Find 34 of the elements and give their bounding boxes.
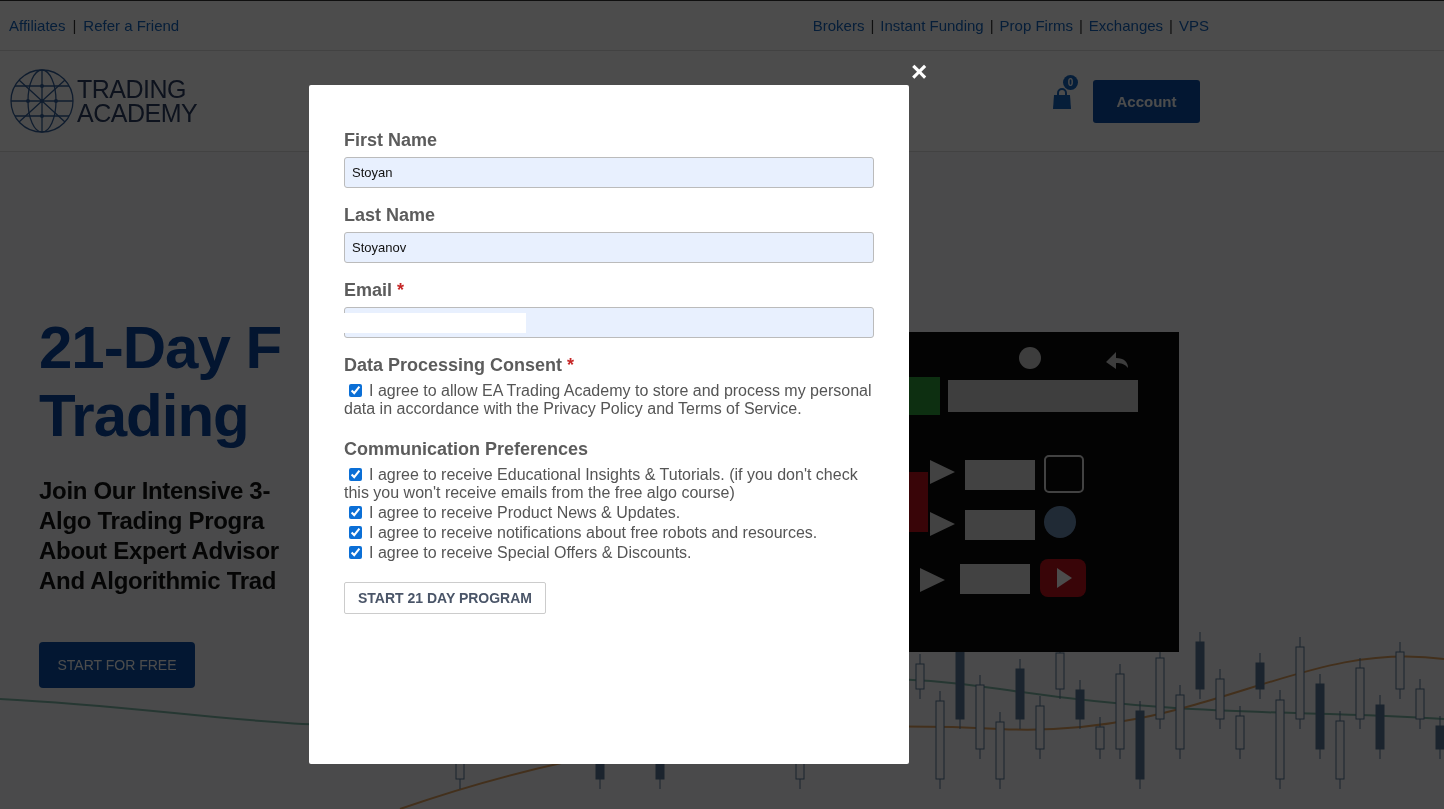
checkbox-option[interactable]: I agree to receive notifications about free robots and resources. bbox=[344, 524, 874, 542]
hero-subtitle: And Algorithmic Trad bbox=[39, 566, 278, 596]
section-heading: Communication Preferences bbox=[344, 438, 589, 460]
link-separator: | bbox=[1078, 17, 1083, 34]
logo-text: ACADEMY bbox=[77, 101, 198, 125]
checkbox-option[interactable]: I agree to receive Educational Insights & Tutorials. (if you don't check this you won't receive emails from the free algo course) bbox=[344, 466, 874, 502]
checkbox[interactable] bbox=[349, 468, 362, 481]
checkbox[interactable] bbox=[349, 546, 362, 559]
checkbox-option[interactable]: I agree to allow EA Trading Academy to store and process my personal data in accordance with the Privacy Policy and Terms of Service. bbox=[344, 382, 874, 418]
link-separator: | bbox=[72, 17, 77, 34]
hero-subtitle: Join Our Intensive 3- bbox=[39, 476, 272, 506]
link-separator: | bbox=[870, 17, 875, 34]
input-field[interactable]: Stoyan bbox=[344, 157, 874, 188]
section-heading: Data Processing Consent bbox=[344, 354, 563, 376]
hero-subtitle: Algo Trading Progra bbox=[39, 506, 266, 536]
input-field[interactable]: Stoyanov bbox=[344, 232, 874, 263]
link-separator: | bbox=[989, 17, 994, 34]
checkbox-option[interactable]: I agree to receive Product News & Updates. bbox=[344, 504, 874, 522]
hero-title: Trading bbox=[39, 382, 250, 450]
submit-button[interactable]: START 21 DAY PROGRAM bbox=[344, 582, 546, 614]
required-mark: * bbox=[397, 279, 405, 301]
link-separator: | bbox=[1169, 17, 1173, 34]
field-label: First Name bbox=[344, 129, 438, 151]
checkbox-option[interactable]: I agree to receive Special Offers & Discounts. bbox=[344, 544, 874, 562]
close-button[interactable]: × bbox=[909, 58, 930, 86]
checkbox[interactable] bbox=[349, 506, 362, 519]
hero-subtitle: About Expert Advisor bbox=[39, 536, 280, 566]
checkbox[interactable] bbox=[349, 384, 362, 397]
logo-text: TRADING bbox=[77, 77, 187, 101]
checkbox[interactable] bbox=[349, 526, 362, 539]
required-mark: * bbox=[567, 354, 575, 376]
field-label: Email bbox=[344, 279, 393, 301]
field-label: Last Name bbox=[344, 204, 436, 226]
hero-title: 21-Day F bbox=[39, 314, 283, 382]
